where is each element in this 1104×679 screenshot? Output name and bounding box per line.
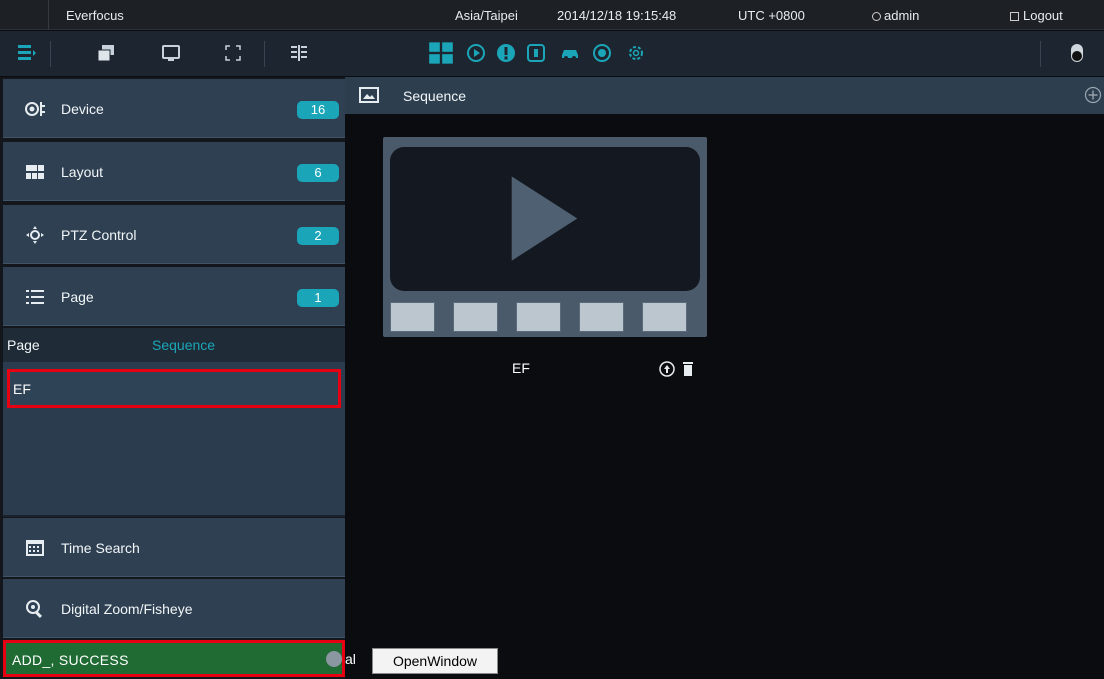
page-item-label: EF	[13, 381, 31, 397]
accordion-device[interactable]: Device 16	[3, 79, 345, 138]
accordion-digital-zoom[interactable]: Digital Zoom/Fisheye	[3, 579, 345, 638]
trash-icon[interactable]	[681, 361, 695, 377]
multi-window-icon[interactable]	[92, 39, 120, 67]
user-menu[interactable]: admin	[872, 8, 919, 23]
accordion-ptz-control[interactable]: PTZ Control 2	[3, 205, 345, 264]
accordion-time-search[interactable]: Time Search	[3, 518, 345, 577]
top-status-bar: Everfocus Asia/Taipei 2014/12/18 19:15:4…	[0, 0, 1104, 30]
live-view-icon[interactable]	[424, 39, 458, 67]
face-icon[interactable]	[588, 39, 616, 67]
split-layout-icon[interactable]	[285, 39, 313, 67]
user-icon	[872, 12, 881, 21]
tab-page[interactable]: Page	[7, 337, 40, 353]
fullscreen-icon[interactable]	[219, 39, 247, 67]
logout-button[interactable]: Logout	[1010, 8, 1063, 23]
accordion-time-search-label: Time Search	[61, 540, 140, 556]
playback-icon[interactable]	[462, 39, 490, 67]
timezone-label: Asia/Taipei	[455, 8, 518, 23]
filmstrip-frame	[516, 302, 561, 332]
picture-icon	[359, 87, 379, 103]
username: admin	[884, 8, 920, 23]
toolbar-divider	[1040, 41, 1041, 67]
calendar-icon	[26, 540, 44, 556]
thumbnail-screen	[390, 147, 700, 291]
filmstrip-frame	[642, 302, 687, 332]
monitor-icon[interactable]	[157, 39, 185, 67]
sidebar-toggle-icon[interactable]	[12, 39, 40, 67]
accordion-digital-zoom-label: Digital Zoom/Fisheye	[61, 601, 193, 617]
brand-divider	[48, 0, 49, 30]
add-circle-icon[interactable]	[1084, 86, 1102, 104]
left-panel: Device 16 Layout 6 PTZ Control 2 Page 1 …	[0, 77, 345, 679]
status-message-bar: ADD_, SUCCESS	[3, 640, 345, 677]
alert-icon[interactable]	[492, 39, 520, 67]
overlay-prefix: al	[345, 651, 356, 667]
layout-grid-icon	[26, 165, 44, 179]
datetime-label: 2014/12/18 19:15:48	[557, 8, 677, 23]
page-list: EF	[3, 362, 345, 517]
sequence-actions	[659, 360, 699, 378]
power-toggle-icon[interactable]	[1063, 39, 1091, 67]
tab-sequence[interactable]: Sequence	[152, 337, 215, 353]
filmstrip-frame	[579, 302, 624, 332]
sequence-name: EF	[512, 360, 530, 376]
zoom-icon	[26, 600, 43, 619]
utc-offset-label: UTC +0800	[738, 8, 805, 23]
event-log-icon[interactable]	[522, 39, 550, 67]
status-message: ADD_, SUCCESS	[12, 652, 129, 668]
toolbar-divider	[264, 41, 265, 67]
accordion-ptz-label: PTZ Control	[61, 227, 137, 243]
filmstrip-frame	[390, 302, 435, 332]
status-indicator-icon	[326, 651, 342, 667]
ptz-count-badge: 2	[297, 227, 339, 245]
layout-count-badge: 6	[297, 164, 339, 182]
page-subtabs: Page Sequence	[3, 328, 345, 362]
toolbar-divider	[50, 41, 51, 67]
main-content: Sequence EF	[345, 77, 1104, 679]
logout-label: Logout	[1023, 8, 1063, 23]
open-window-label: OpenWindow	[392, 653, 478, 669]
main-toolbar	[0, 31, 1104, 76]
open-window-button[interactable]: OpenWindow	[372, 648, 498, 674]
device-icon	[25, 102, 45, 116]
play-icon	[511, 176, 578, 261]
sequence-header: Sequence	[345, 77, 1104, 114]
vehicle-icon[interactable]	[556, 39, 584, 67]
logout-icon	[1010, 12, 1019, 21]
page-list-icon	[26, 290, 44, 304]
accordion-layout[interactable]: Layout 6	[3, 142, 345, 201]
filmstrip-frame	[453, 302, 498, 332]
upload-icon[interactable]	[659, 361, 675, 377]
sequence-header-title: Sequence	[403, 88, 467, 104]
accordion-page[interactable]: Page 1	[3, 267, 345, 326]
page-count-badge: 1	[297, 289, 339, 307]
accordion-device-label: Device	[61, 101, 104, 117]
page-list-item[interactable]: EF	[7, 369, 341, 408]
device-count-badge: 16	[297, 101, 339, 119]
accordion-page-label: Page	[61, 289, 94, 305]
sequence-thumbnail[interactable]	[383, 137, 707, 337]
ptz-icon	[26, 226, 44, 244]
brand-name: Everfocus	[66, 8, 124, 23]
settings-icon[interactable]	[622, 39, 650, 67]
accordion-layout-label: Layout	[61, 164, 104, 180]
